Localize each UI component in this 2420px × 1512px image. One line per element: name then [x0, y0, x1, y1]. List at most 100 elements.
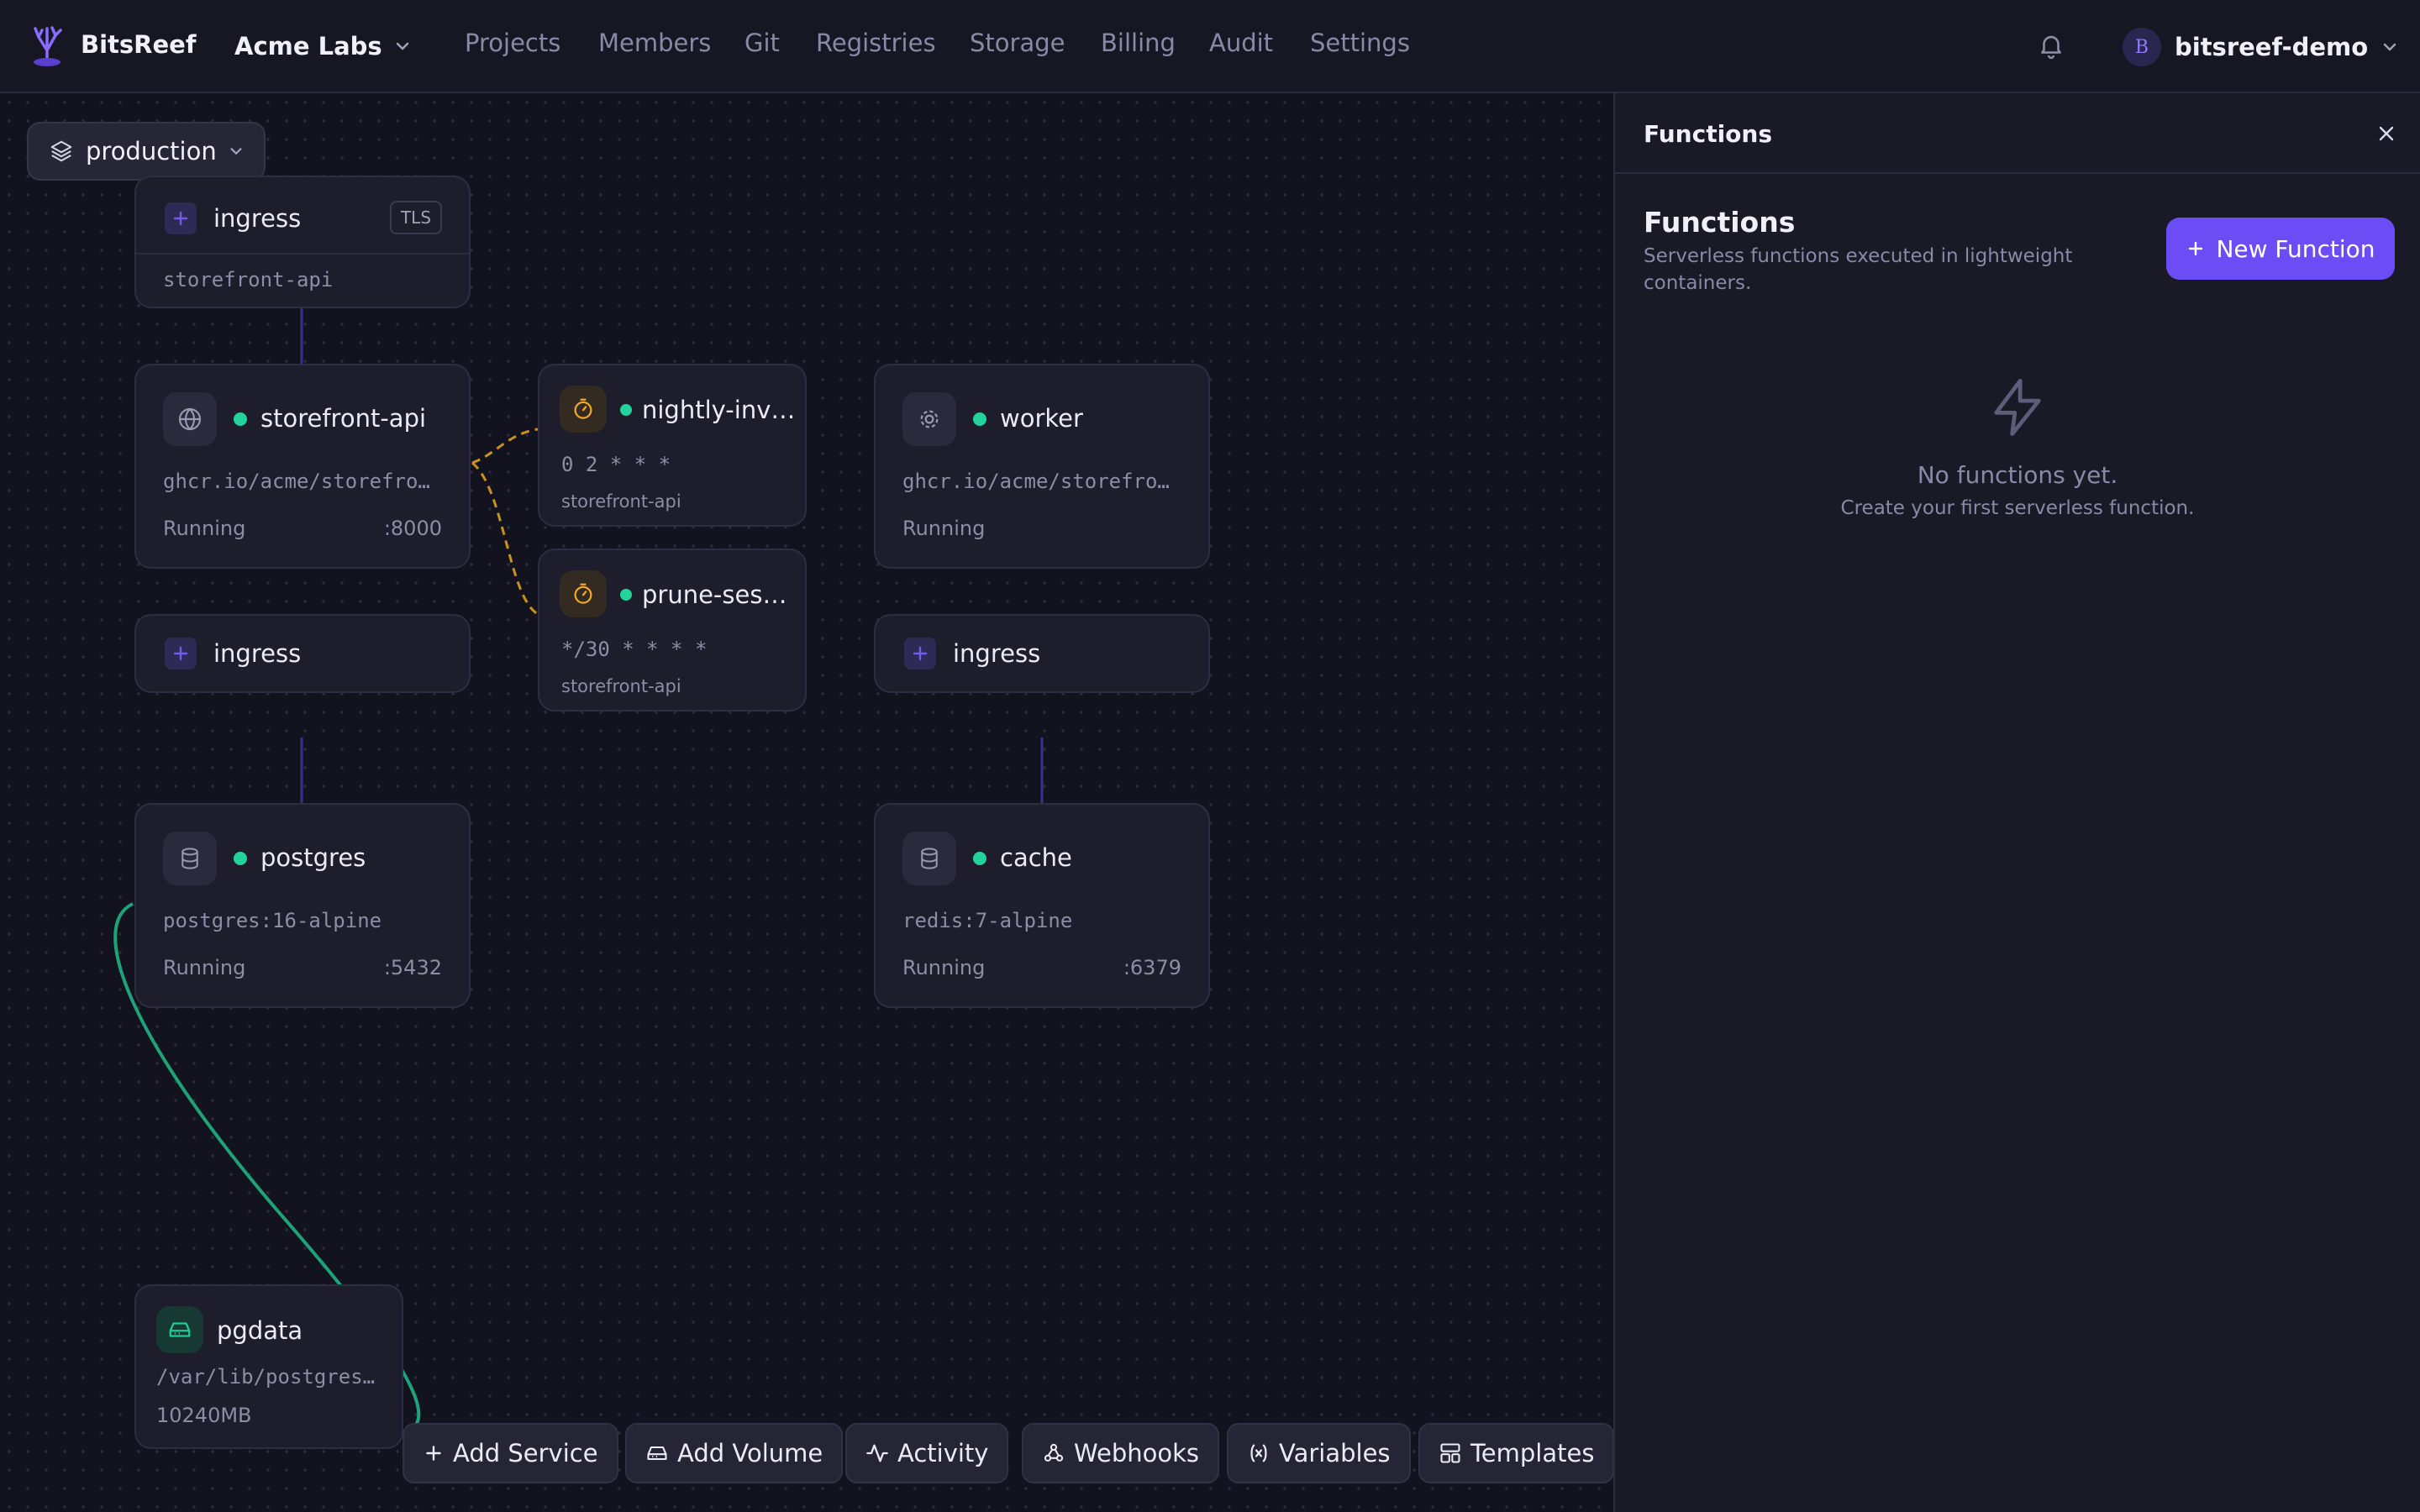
environment-name: production	[86, 137, 217, 165]
edge-cron-prune	[471, 461, 539, 616]
service-title: storefront-api	[260, 404, 427, 433]
hard-drive-icon	[156, 1306, 203, 1353]
webhook-icon	[1044, 1443, 1064, 1462]
plus-icon	[904, 638, 936, 669]
cron-target: storefront-api	[561, 676, 681, 696]
nav-storage[interactable]: Storage	[970, 29, 1065, 57]
plus-icon	[2189, 241, 2203, 256]
activity-label: Activity	[897, 1439, 989, 1467]
top-navigation-bar: BitsReef Acme Labs Projects Members Git …	[0, 0, 2420, 93]
templates-button[interactable]: Templates	[1418, 1423, 1613, 1483]
lightning-icon	[1994, 378, 2041, 437]
timer-icon	[560, 570, 607, 617]
ingress-node-postgres[interactable]: ingress	[134, 614, 471, 693]
volume-node-pgdata[interactable]: pgdata /var/lib/postgres… 10240MB	[134, 1284, 403, 1449]
nav-git[interactable]: Git	[744, 29, 780, 57]
status-dot	[620, 589, 632, 601]
timer-icon	[560, 386, 607, 433]
empty-state-icon-wrap	[1615, 374, 2420, 441]
cron-node-nightly[interactable]: nightly-inv… 0 2 * * * storefront-api	[538, 364, 807, 527]
org-switcher[interactable]: Acme Labs	[234, 25, 411, 67]
volume-size: 10240MB	[156, 1404, 252, 1427]
nav-projects[interactable]: Projects	[465, 29, 560, 57]
app-name[interactable]: BitsReef	[81, 30, 196, 59]
edge-cron-nightly	[471, 428, 539, 465]
empty-state: No functions yet. Create your first serv…	[1615, 374, 2420, 519]
nav-billing[interactable]: Billing	[1101, 29, 1176, 57]
cron-schedule: 0 2 * * *	[561, 453, 671, 476]
avatar: B	[2123, 28, 2161, 66]
add-service-button[interactable]: Add Service	[402, 1423, 618, 1483]
volume-path: /var/lib/postgres…	[156, 1365, 376, 1389]
ingress-title: ingress	[213, 639, 302, 668]
gear-icon	[902, 392, 956, 446]
user-menu[interactable]: B bitsreef-demo	[2123, 26, 2398, 68]
environment-selector[interactable]: production	[27, 122, 266, 181]
reef-logo-icon	[34, 26, 62, 66]
cron-node-prune[interactable]: prune-ses… */30 * * * * storefront-api	[538, 549, 807, 711]
service-port: :8000	[383, 517, 442, 540]
new-function-label: New Function	[2216, 234, 2375, 263]
status-dot	[234, 852, 247, 865]
variables-button[interactable]: Variables	[1227, 1423, 1411, 1483]
notifications-button[interactable]	[2037, 30, 2067, 62]
service-status: Running	[902, 956, 986, 979]
service-status: Running	[163, 956, 246, 979]
service-image: ghcr.io/acme/storefro…	[902, 470, 1170, 493]
template-icon	[1440, 1443, 1460, 1463]
cron-title: nightly-inv…	[642, 396, 796, 424]
panel-title: Functions	[1644, 206, 1796, 239]
service-node-storefront-api[interactable]: storefront-api ghcr.io/acme/storefro… Ru…	[134, 364, 471, 569]
nav-settings[interactable]: Settings	[1310, 29, 1410, 57]
service-title: worker	[1000, 404, 1083, 433]
hard-drive-icon	[647, 1446, 667, 1461]
nav-registries[interactable]: Registries	[816, 29, 936, 57]
plus-icon	[165, 202, 197, 234]
ingress-node-storefront[interactable]: ingress TLS storefront-api	[134, 176, 471, 308]
globe-icon	[163, 392, 217, 446]
database-icon	[902, 832, 956, 885]
status-dot	[973, 412, 986, 426]
org-name: Acme Labs	[234, 32, 382, 60]
service-title: cache	[1000, 843, 1072, 872]
activity-button[interactable]: Activity	[845, 1423, 1009, 1483]
close-panel-button[interactable]	[2370, 117, 2403, 150]
app-logo[interactable]	[29, 25, 66, 67]
service-image: ghcr.io/acme/storefro…	[163, 470, 430, 493]
status-dot	[973, 852, 986, 865]
cron-title: prune-ses…	[642, 580, 787, 609]
service-status: Running	[163, 517, 246, 540]
service-title: postgres	[260, 843, 366, 872]
cron-target: storefront-api	[561, 491, 681, 512]
panel-header: Functions	[1615, 93, 2420, 174]
service-node-cache[interactable]: cache redis:7-alpine Running :6379	[874, 803, 1210, 1008]
chevron-down-icon	[230, 148, 242, 155]
tls-badge: TLS	[390, 201, 442, 234]
status-dot	[620, 404, 632, 416]
variables-label: Variables	[1279, 1439, 1391, 1467]
empty-state-subtitle: Create your first serverless function.	[1840, 497, 2195, 519]
plus-icon	[165, 638, 197, 669]
new-function-button[interactable]: New Function	[2166, 218, 2395, 280]
templates-label: Templates	[1470, 1439, 1595, 1467]
webhooks-button[interactable]: Webhooks	[1022, 1423, 1219, 1483]
variable-icon	[1250, 1444, 1267, 1462]
empty-state-title: No functions yet.	[1917, 461, 2118, 489]
service-port: :5432	[383, 956, 442, 979]
webhooks-label: Webhooks	[1074, 1439, 1199, 1467]
service-node-postgres[interactable]: postgres postgres:16-alpine Running :543…	[134, 803, 471, 1008]
service-port: :6379	[1123, 956, 1181, 979]
add-service-label: Add Service	[453, 1439, 598, 1467]
database-icon	[163, 832, 217, 885]
cron-schedule: */30 * * * *	[561, 638, 708, 661]
service-node-worker[interactable]: worker ghcr.io/acme/storefro… Running	[874, 364, 1210, 569]
user-name: bitsreef-demo	[2175, 33, 2369, 61]
nav-members[interactable]: Members	[598, 29, 711, 57]
chevron-down-icon	[2383, 43, 2396, 51]
service-image: redis:7-alpine	[902, 909, 1073, 932]
functions-panel: Functions Functions Serverless functions…	[1613, 93, 2420, 1512]
ingress-node-cache[interactable]: ingress	[874, 614, 1210, 693]
nav-audit[interactable]: Audit	[1209, 29, 1273, 57]
project-canvas[interactable]: production ingress TLS storefront-api st…	[0, 93, 1613, 1512]
add-volume-button[interactable]: Add Volume	[625, 1423, 844, 1483]
